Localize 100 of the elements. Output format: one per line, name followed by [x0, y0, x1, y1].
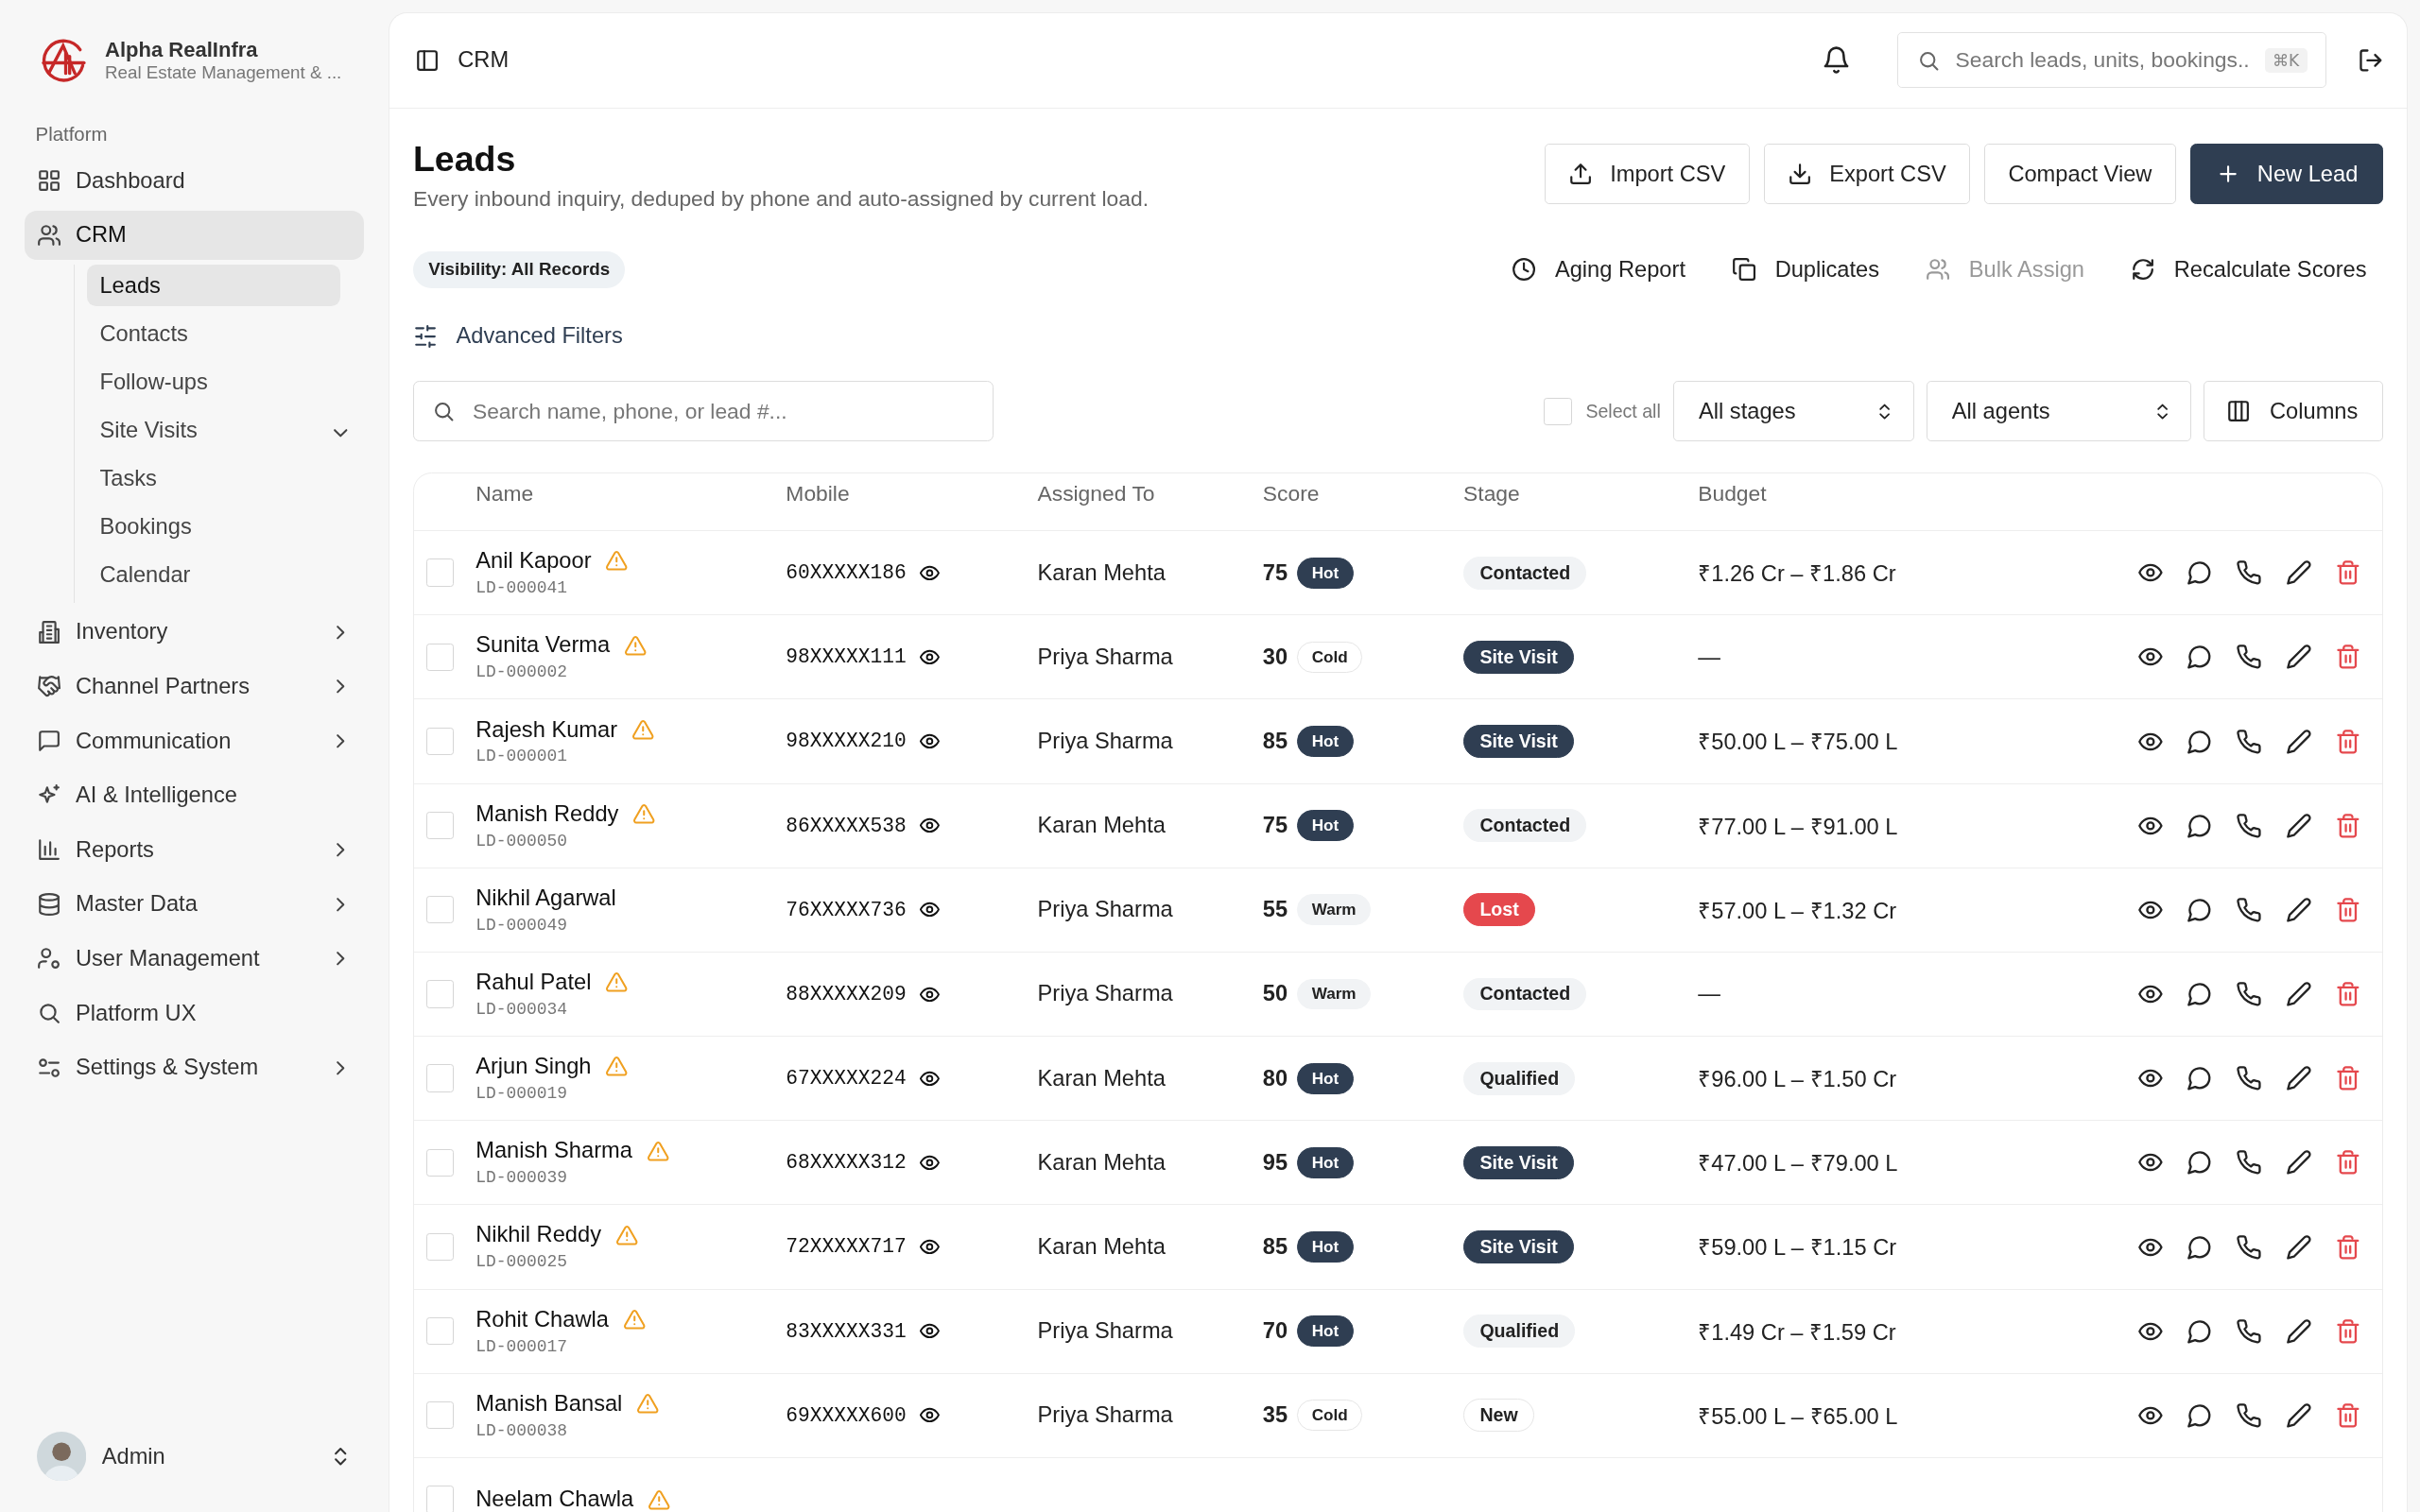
logout-icon[interactable]	[2357, 46, 2384, 74]
checkbox[interactable]	[425, 727, 455, 756]
edit-icon[interactable]	[2285, 812, 2312, 839]
columns-button[interactable]: Columns	[2204, 381, 2384, 442]
nav-subitem[interactable]: Site Visits	[87, 409, 341, 452]
phone-icon[interactable]	[2236, 559, 2263, 587]
edit-icon[interactable]	[2285, 1149, 2312, 1177]
phone-icon[interactable]	[2236, 1317, 2263, 1345]
message-icon[interactable]	[2187, 1065, 2213, 1091]
dropdown[interactable]: All stages	[1672, 381, 1914, 442]
nav-item[interactable]: Settings & System	[25, 1042, 365, 1092]
nav-item[interactable]: Channel Partners	[25, 662, 365, 712]
breadcrumb: CRM	[458, 47, 510, 74]
message-icon[interactable]	[2187, 559, 2213, 587]
checkbox[interactable]	[425, 1232, 455, 1262]
nav-item[interactable]: Platform UX	[25, 988, 365, 1039]
message-icon[interactable]	[2187, 1317, 2213, 1345]
phone-number: 86XXXXX538	[786, 814, 907, 837]
delete-icon[interactable]	[2334, 728, 2361, 755]
edit-icon[interactable]	[2285, 1065, 2312, 1091]
nav-subitem[interactable]: Contacts	[87, 313, 341, 355]
message-icon[interactable]	[2187, 1149, 2213, 1177]
toolbar-button[interactable]: Export CSV	[1763, 144, 1971, 204]
message-icon[interactable]	[2187, 1233, 2213, 1261]
phone-icon[interactable]	[2236, 644, 2263, 671]
nav-subitem[interactable]: Follow-ups	[87, 361, 341, 404]
column-header: Stage	[1463, 481, 1521, 507]
delete-icon[interactable]	[2334, 559, 2361, 587]
delete-icon[interactable]	[2334, 812, 2361, 839]
edit-icon[interactable]	[2285, 896, 2312, 923]
message-icon[interactable]	[2187, 896, 2213, 923]
nav-item[interactable]: AI & Intelligence	[25, 770, 365, 820]
toolbar-button[interactable]: Compact View	[1983, 144, 2176, 204]
checkbox[interactable]	[1544, 397, 1572, 425]
primary-button[interactable]: New Lead	[2189, 144, 2384, 204]
message-icon[interactable]	[2187, 981, 2213, 1007]
checkbox[interactable]	[425, 1064, 455, 1092]
dropdown[interactable]: All agents	[1926, 381, 2192, 442]
phone-icon[interactable]	[2236, 981, 2263, 1007]
nav-item[interactable]: Reports	[25, 825, 365, 875]
nav-subitem[interactable]: Calendar	[87, 554, 341, 596]
checkbox[interactable]	[425, 1486, 455, 1512]
phone-icon[interactable]	[2236, 1065, 2263, 1091]
action-link[interactable]: Aging Report	[1512, 256, 1685, 283]
edit-icon[interactable]	[2285, 1401, 2312, 1429]
nav-item[interactable]: Dashboard	[25, 156, 365, 206]
nav-item[interactable]: Inventory	[25, 607, 365, 657]
edit-icon[interactable]	[2285, 644, 2312, 671]
message-icon[interactable]	[2187, 812, 2213, 839]
delete-icon[interactable]	[2334, 1065, 2361, 1091]
search-field[interactable]: Search leads, units, bookings...	[1952, 45, 2253, 75]
checkbox[interactable]	[425, 643, 455, 671]
action-link[interactable]: Duplicates	[1731, 256, 1880, 283]
edit-icon[interactable]	[2285, 1233, 2312, 1261]
sidebar-toggle-icon[interactable]	[414, 47, 440, 73]
checkbox[interactable]	[425, 1401, 455, 1430]
budget-range: ₹55.00 L – ₹65.00 L	[1698, 1402, 1898, 1431]
phone-icon[interactable]	[2236, 728, 2263, 755]
advanced-filters-toggle[interactable]: Advanced Filters	[412, 323, 623, 350]
delete-icon[interactable]	[2334, 1317, 2361, 1345]
action-link[interactable]: Recalculate Scores	[2131, 256, 2367, 283]
delete-icon[interactable]	[2334, 1401, 2361, 1429]
edit-icon[interactable]	[2285, 559, 2312, 587]
nav-item[interactable]: User Management	[25, 934, 365, 984]
delete-icon[interactable]	[2334, 896, 2361, 923]
nav-subitem[interactable]: Tasks	[87, 457, 341, 500]
search-box[interactable]: Search name, phone, or lead #...	[412, 381, 994, 442]
edit-icon[interactable]	[2285, 728, 2312, 755]
message-icon[interactable]	[2187, 644, 2213, 671]
phone-icon[interactable]	[2236, 1401, 2263, 1429]
checkbox[interactable]	[425, 1316, 455, 1346]
delete-icon[interactable]	[2334, 981, 2361, 1007]
phone-icon[interactable]	[2236, 812, 2263, 839]
nav-item[interactable]: Master Data	[25, 879, 365, 930]
delete-icon[interactable]	[2334, 644, 2361, 671]
checkbox[interactable]	[425, 980, 455, 1008]
nav-subitem[interactable]: Leads	[87, 265, 341, 307]
delete-icon[interactable]	[2334, 1233, 2361, 1261]
phone-icon[interactable]	[2236, 896, 2263, 923]
nav-icon	[37, 891, 62, 917]
checkbox[interactable]	[425, 896, 455, 924]
filters-icon	[412, 323, 438, 349]
phone-icon[interactable]	[2236, 1233, 2263, 1261]
edit-icon[interactable]	[2285, 981, 2312, 1007]
nav-item[interactable]: Communication	[25, 716, 365, 766]
edit-icon[interactable]	[2285, 1317, 2312, 1345]
message-icon[interactable]	[2187, 728, 2213, 755]
nav-item[interactable]: CRM	[25, 210, 365, 260]
search-field[interactable]: Search name, phone, or lead #...	[469, 397, 975, 426]
phone-icon[interactable]	[2236, 1149, 2263, 1177]
nav-subitem[interactable]: Bookings	[87, 506, 341, 548]
toolbar-button[interactable]: Import CSV	[1544, 144, 1750, 204]
delete-icon[interactable]	[2334, 1149, 2361, 1177]
checkbox[interactable]	[425, 811, 455, 840]
lead-id: LD-000017	[475, 1336, 569, 1356]
phone-number: 69XXXXX600	[786, 1403, 907, 1427]
checkbox[interactable]	[425, 558, 455, 587]
table-cell: Priya Sharma	[1037, 897, 1173, 923]
checkbox[interactable]	[425, 1148, 455, 1177]
message-icon[interactable]	[2187, 1401, 2213, 1429]
